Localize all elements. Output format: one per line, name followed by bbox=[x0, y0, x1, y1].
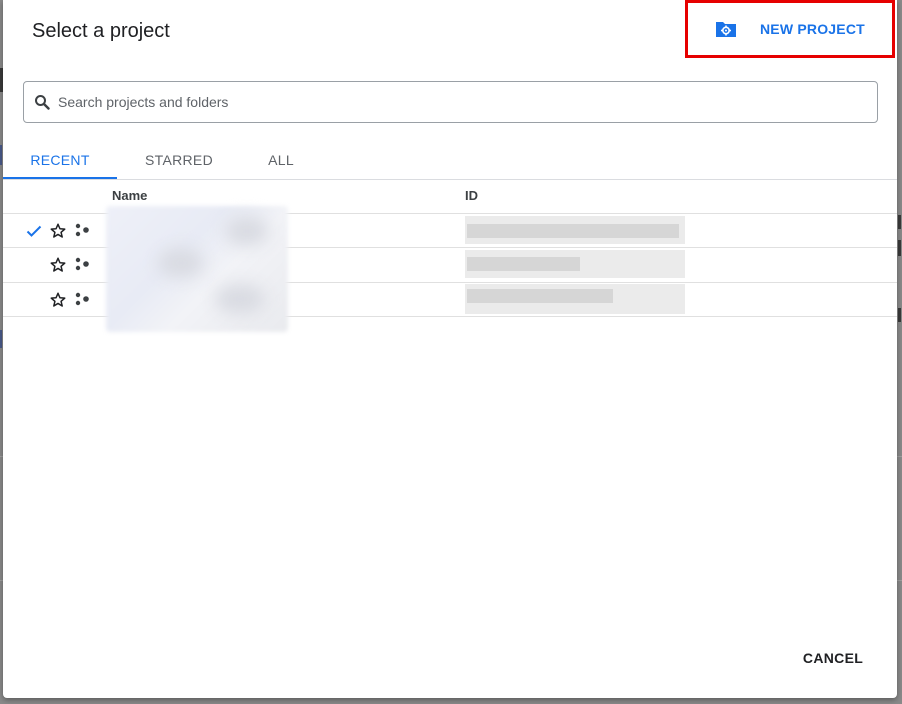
project-org-icon bbox=[74, 257, 92, 273]
cancel-button[interactable]: CANCEL bbox=[793, 646, 873, 670]
redacted-project-id bbox=[467, 257, 580, 271]
background-fragment bbox=[898, 308, 901, 322]
search-box[interactable] bbox=[23, 81, 878, 123]
background-fragment bbox=[898, 215, 901, 229]
column-header-id[interactable]: ID bbox=[465, 188, 478, 203]
new-project-label: NEW PROJECT bbox=[760, 21, 865, 37]
select-project-dialog: Select a project NEW PROJECT Search proj… bbox=[3, 0, 897, 698]
folder-settings-icon bbox=[714, 19, 738, 39]
redaction-blur bbox=[215, 284, 265, 314]
new-project-button[interactable]: NEW PROJECT bbox=[685, 0, 895, 58]
star-outline-icon[interactable] bbox=[49, 256, 67, 274]
redaction-blur bbox=[158, 248, 204, 278]
project-org-icon bbox=[74, 292, 92, 308]
tab-starred[interactable]: STARRED bbox=[131, 140, 227, 179]
redacted-project-id bbox=[467, 289, 613, 303]
tabs-divider bbox=[3, 179, 897, 180]
redaction-blur bbox=[225, 216, 269, 246]
check-icon bbox=[25, 222, 43, 240]
background-fragment bbox=[0, 145, 2, 165]
project-tabs: RECENT STARRED ALL bbox=[3, 140, 897, 180]
search-input[interactable] bbox=[58, 94, 838, 110]
star-outline-icon[interactable] bbox=[49, 291, 67, 309]
background-fragment bbox=[0, 330, 2, 348]
tab-all[interactable]: ALL bbox=[253, 140, 309, 179]
redacted-project-id bbox=[467, 224, 679, 238]
star-outline-icon[interactable] bbox=[49, 222, 67, 240]
search-icon bbox=[34, 93, 52, 111]
column-header-name[interactable]: Name bbox=[112, 188, 147, 203]
tab-recent[interactable]: RECENT bbox=[3, 140, 117, 179]
project-org-icon bbox=[74, 223, 92, 239]
background-fragment bbox=[898, 240, 901, 256]
dialog-title: Select a project bbox=[32, 20, 170, 42]
